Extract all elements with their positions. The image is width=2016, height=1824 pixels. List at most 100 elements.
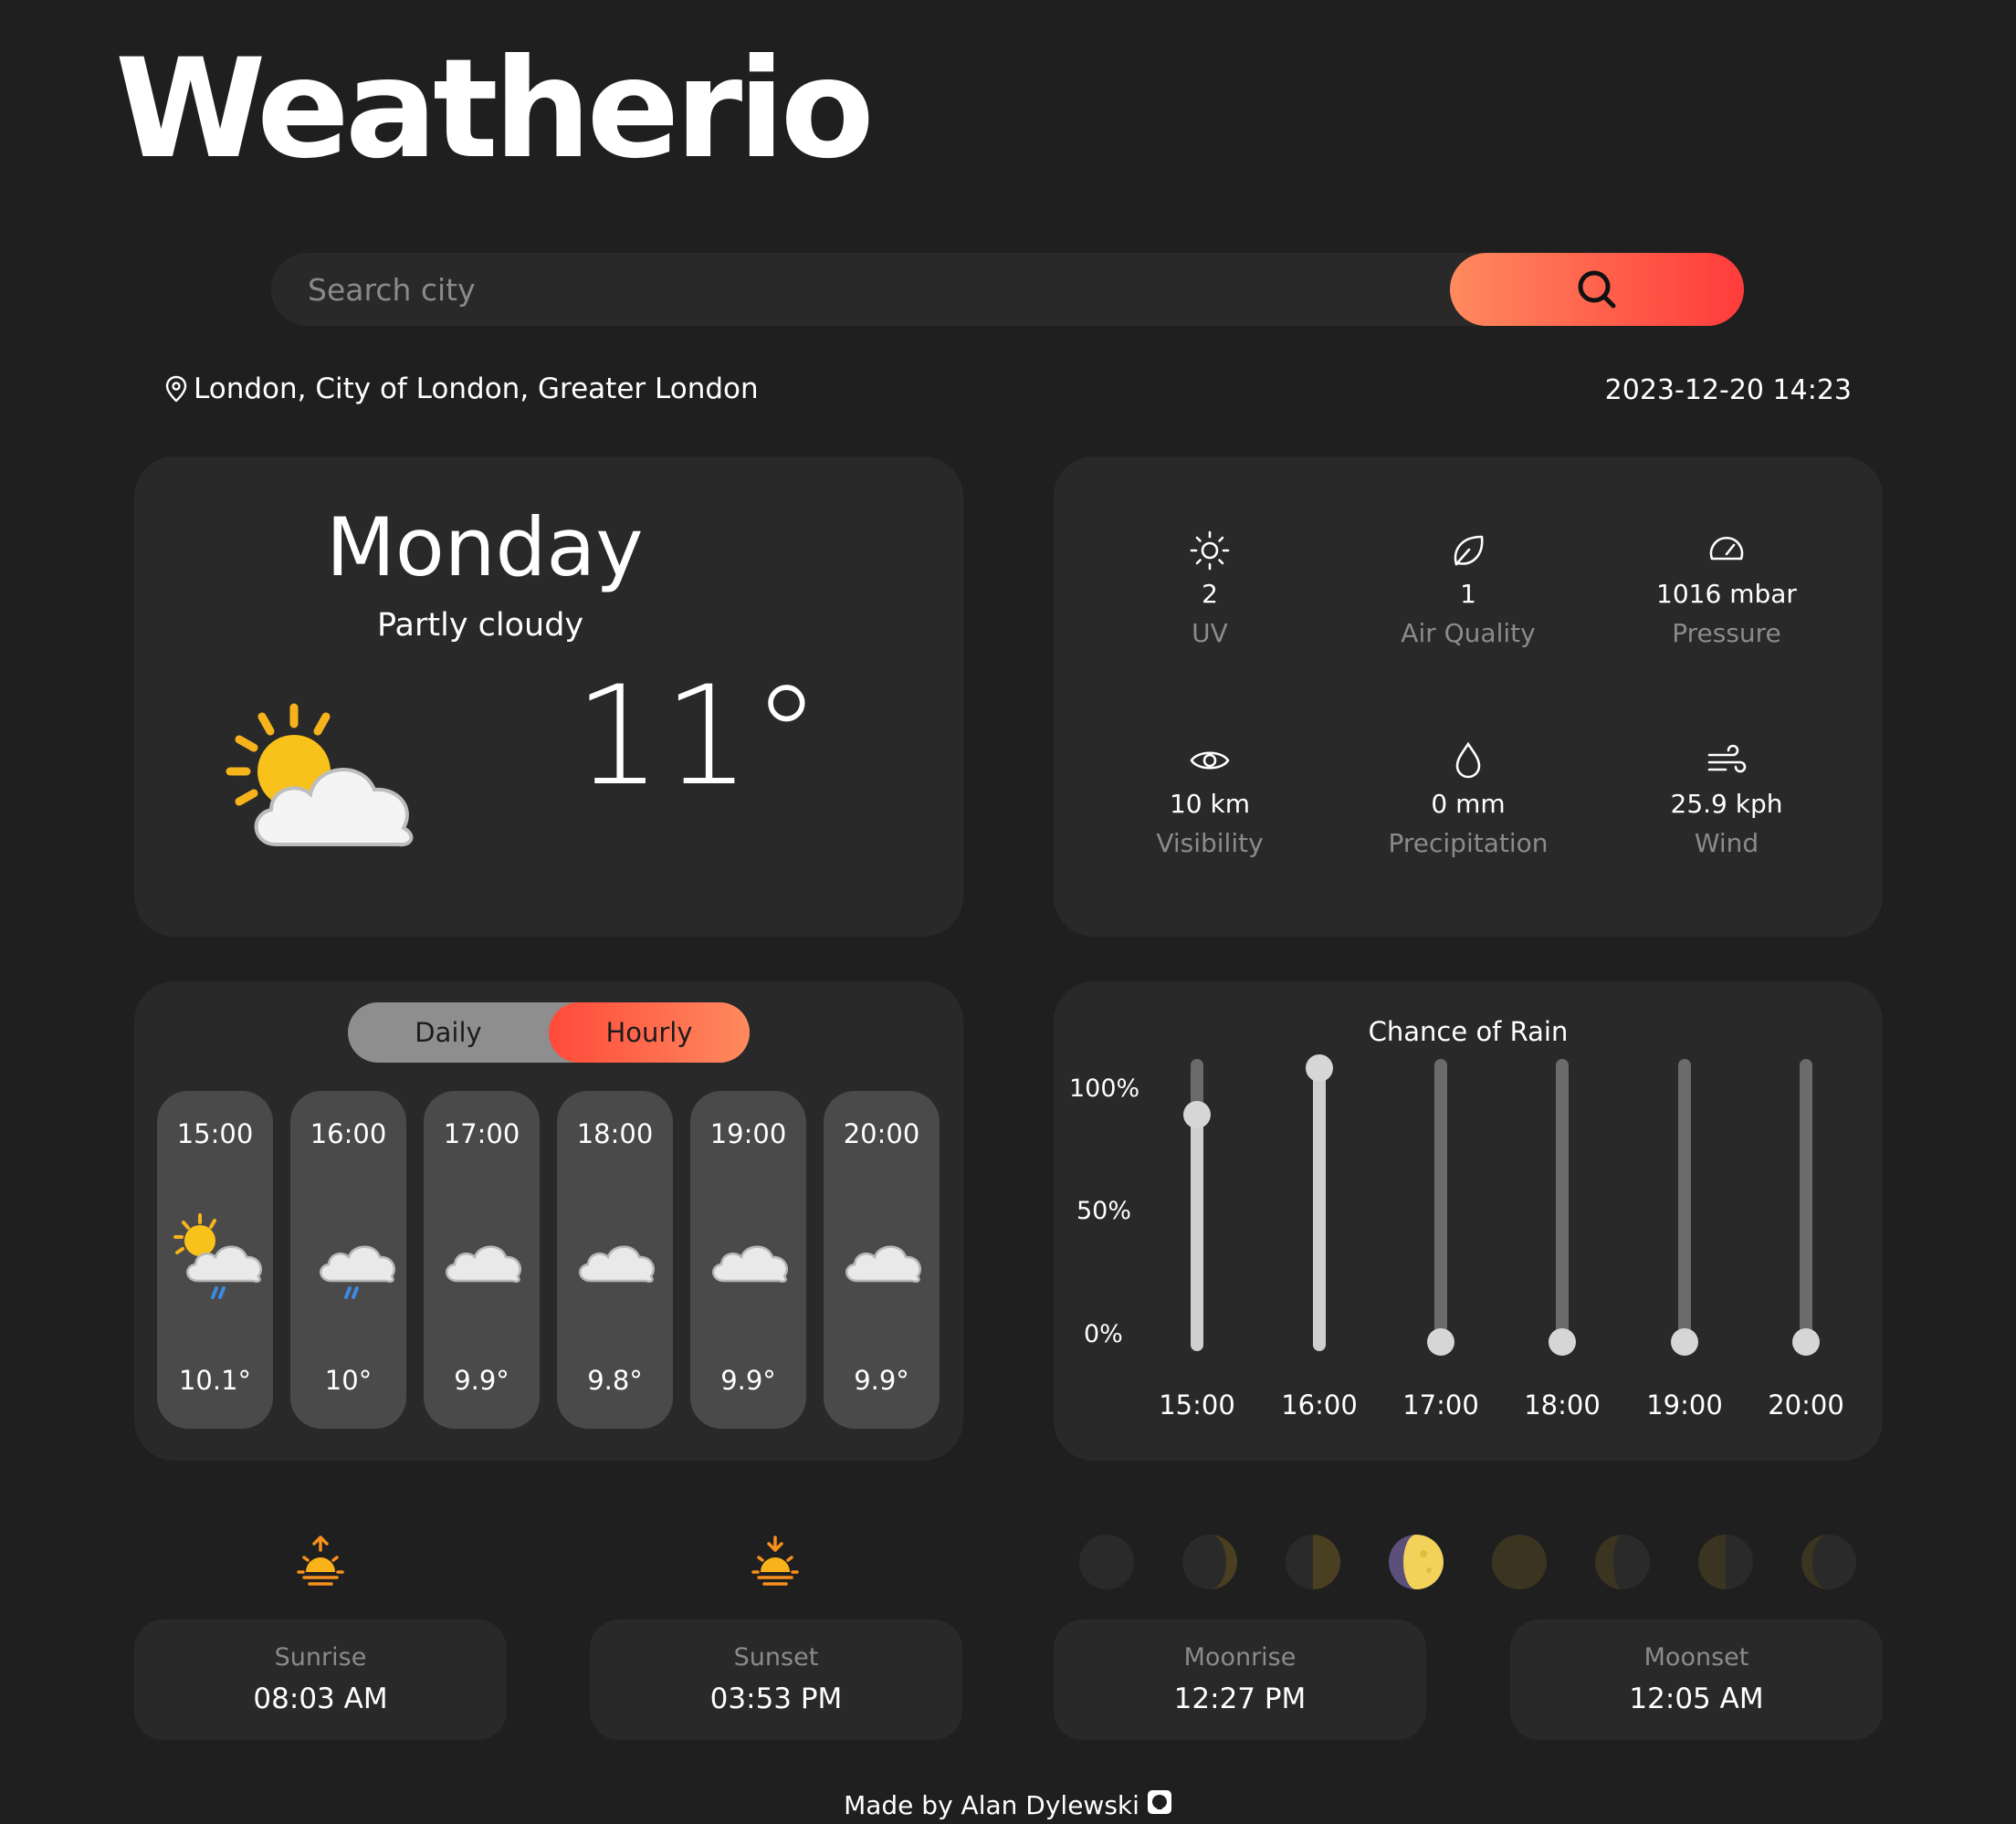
gauge-icon bbox=[1709, 537, 1744, 561]
search-button[interactable] bbox=[1450, 253, 1744, 326]
hour-temperature: 10° bbox=[324, 1365, 373, 1396]
footer: Made by Alan Dylewski bbox=[0, 1789, 2016, 1821]
hour-temperature: 9.9° bbox=[720, 1365, 776, 1396]
moon-old-icon bbox=[1801, 1535, 1856, 1589]
forecast-toggle: Daily Hourly bbox=[348, 1002, 750, 1063]
location: London, City of London, Greater London bbox=[164, 372, 759, 405]
search-input[interactable] bbox=[271, 253, 1458, 326]
today-card: Monday Partly cloudy 11° bbox=[134, 456, 963, 937]
moonset-time: 12:05 AM bbox=[1629, 1682, 1764, 1715]
sun-icon bbox=[1190, 530, 1230, 571]
rain-bar-track bbox=[1434, 1059, 1447, 1351]
sunrise-label: Sunrise bbox=[274, 1643, 367, 1672]
github-icon[interactable] bbox=[1147, 1789, 1172, 1821]
cloud-icon bbox=[704, 1210, 795, 1314]
hour-card: 15:00 10.1° bbox=[157, 1091, 273, 1429]
moon-phases bbox=[1078, 1534, 1873, 1590]
sunset-time: 03:53 PM bbox=[709, 1682, 843, 1715]
moonrise-label: Moonrise bbox=[1183, 1643, 1297, 1672]
rain-bar-handle bbox=[1792, 1328, 1820, 1356]
current-temperature: 11° bbox=[574, 657, 823, 816]
rain-bar-handle bbox=[1427, 1328, 1454, 1356]
cloud-icon bbox=[437, 1210, 529, 1314]
precipitation-label: Precipitation bbox=[1388, 828, 1549, 858]
hour-temperature: 9.9° bbox=[454, 1365, 509, 1396]
sunset-icon bbox=[751, 1536, 799, 1592]
sunrise-card: Sunrise 08:03 AM bbox=[134, 1620, 507, 1740]
rain-bar-handle bbox=[1671, 1328, 1698, 1356]
x-tick-label: 16:00 bbox=[1281, 1389, 1358, 1420]
pressure-label: Pressure bbox=[1672, 618, 1781, 648]
moonset-label: Moonset bbox=[1643, 1643, 1749, 1672]
map-pin-icon bbox=[165, 375, 187, 403]
cloud-icon bbox=[837, 1210, 929, 1314]
hour-time: 15:00 bbox=[176, 1118, 254, 1149]
sunset-label: Sunset bbox=[733, 1643, 819, 1672]
eye-icon bbox=[1190, 751, 1230, 770]
pressure-value: 1016 mbar bbox=[1656, 579, 1797, 609]
details-card: 2 UV 1 Air Quality 1016 mbar Pressure 10… bbox=[1054, 456, 1883, 937]
uv-value: 2 bbox=[1202, 579, 1218, 609]
precipitation-value: 0 mm bbox=[1431, 789, 1506, 819]
hourly-toggle-button[interactable]: Hourly bbox=[549, 1002, 750, 1063]
rain-bar-handle bbox=[1549, 1328, 1576, 1356]
hour-temperature: 10.1° bbox=[178, 1365, 252, 1396]
rain-bar bbox=[1191, 1115, 1203, 1351]
air-quality-detail: 1 Air Quality bbox=[1345, 529, 1591, 648]
hour-temperature: 9.8° bbox=[587, 1365, 643, 1396]
wind-icon bbox=[1707, 744, 1747, 773]
hour-card: 16:00 10° bbox=[290, 1091, 406, 1429]
search-bar bbox=[271, 253, 1744, 326]
chance-of-rain-card: Chance of Rain 100% 50% 0% 15:00 16:00 1… bbox=[1054, 981, 1883, 1461]
sun-cloud-rain-icon bbox=[171, 1210, 262, 1314]
x-tick-label: 20:00 bbox=[1768, 1389, 1844, 1420]
moon-new-icon bbox=[1079, 1535, 1134, 1589]
rain-bar-handle bbox=[1183, 1101, 1211, 1128]
cloud-icon bbox=[571, 1210, 662, 1314]
search-icon bbox=[1578, 270, 1616, 309]
daily-toggle-button[interactable]: Daily bbox=[348, 1002, 549, 1063]
moon-waning-gibbous-icon bbox=[1492, 1535, 1547, 1589]
moon-last-quarter-icon bbox=[1595, 1535, 1650, 1589]
moon-first-quarter-icon bbox=[1286, 1535, 1340, 1589]
sunrise-icon bbox=[297, 1536, 344, 1592]
wind-label: Wind bbox=[1694, 828, 1759, 858]
moonrise-card: Moonrise 12:27 PM bbox=[1054, 1620, 1426, 1740]
rain-bar-track bbox=[1800, 1059, 1812, 1351]
current-datetime: 2023-12-20 14:23 bbox=[1604, 374, 1852, 406]
droplet-icon bbox=[1455, 741, 1481, 779]
uv-detail: 2 UV bbox=[1087, 529, 1333, 648]
visibility-label: Visibility bbox=[1156, 828, 1264, 858]
hour-card: 19:00 9.9° bbox=[690, 1091, 806, 1429]
x-tick-label: 19:00 bbox=[1646, 1389, 1723, 1420]
footer-text: Made by Alan Dylewski bbox=[844, 1790, 1139, 1820]
leaf-icon bbox=[1454, 535, 1484, 566]
hour-card: 17:00 9.9° bbox=[424, 1091, 540, 1429]
pressure-detail: 1016 mbar Pressure bbox=[1603, 529, 1850, 648]
air-quality-label: Air Quality bbox=[1401, 618, 1536, 648]
sunset-card: Sunset 03:53 PM bbox=[590, 1620, 962, 1740]
hour-time: 16:00 bbox=[310, 1118, 387, 1149]
hour-time: 17:00 bbox=[443, 1118, 520, 1149]
wind-value: 25.9 kph bbox=[1670, 789, 1783, 819]
weather-condition: Partly cloudy bbox=[377, 607, 584, 644]
moonrise-time: 12:27 PM bbox=[1173, 1682, 1307, 1715]
hour-card: 20:00 9.9° bbox=[824, 1091, 940, 1429]
wind-detail: 25.9 kph Wind bbox=[1603, 739, 1850, 858]
x-tick-label: 17:00 bbox=[1402, 1389, 1479, 1420]
moon-full-icon bbox=[1389, 1535, 1444, 1589]
air-quality-value: 1 bbox=[1460, 579, 1476, 609]
rain-bar-track bbox=[1678, 1059, 1691, 1351]
partly-cloudy-icon bbox=[221, 698, 431, 857]
rain-bar bbox=[1313, 1068, 1326, 1351]
hour-time: 18:00 bbox=[576, 1118, 654, 1149]
app-title: Weatherio bbox=[115, 30, 875, 189]
hour-time: 19:00 bbox=[709, 1118, 787, 1149]
precipitation-detail: 0 mm Precipitation bbox=[1345, 739, 1591, 858]
hour-time: 20:00 bbox=[843, 1118, 920, 1149]
uv-label: UV bbox=[1192, 618, 1228, 648]
visibility-detail: 10 km Visibility bbox=[1087, 739, 1333, 858]
x-tick-label: 15:00 bbox=[1159, 1389, 1235, 1420]
visibility-value: 10 km bbox=[1169, 789, 1251, 819]
hour-card: 18:00 9.8° bbox=[557, 1091, 673, 1429]
